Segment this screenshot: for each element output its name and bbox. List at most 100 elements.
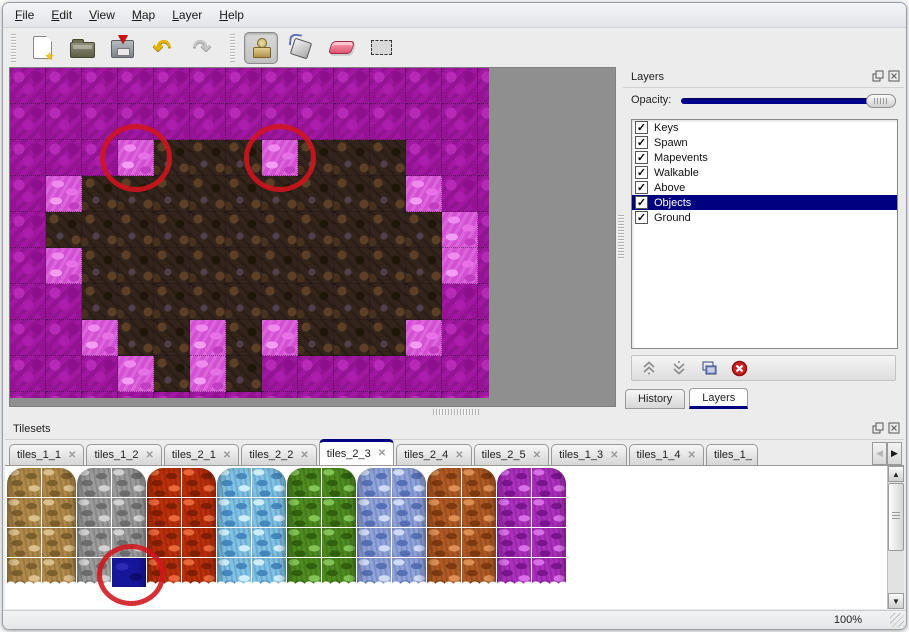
map-tile[interactable] [46,320,82,356]
map-tile[interactable] [154,212,190,248]
map-tile[interactable] [154,392,190,398]
tileset-tile-periwinkle-fur[interactable] [392,558,426,587]
tileset-tab-tiles_1_2[interactable]: tiles_1_2✕ [86,444,161,465]
tileset-tile-green-fur[interactable] [322,558,356,587]
map-tile[interactable] [190,248,226,284]
map-tile[interactable] [226,320,262,356]
tileset-tab-tiles_2_4[interactable]: tiles_2_4✕ [396,444,471,465]
map-tile[interactable] [190,176,226,212]
menu-view[interactable]: View [89,8,115,22]
map-tile[interactable] [298,212,334,248]
tileset-tile-gray-fur[interactable] [112,468,146,497]
tileset-tile-tan-fur[interactable] [42,498,76,527]
layer-row-walkable[interactable]: ✓Walkable [632,165,897,180]
map-tile[interactable] [10,104,46,140]
map-tile[interactable] [442,104,478,140]
map-tile[interactable] [46,140,82,176]
map-tile[interactable] [406,140,442,176]
map-tile[interactable] [118,104,154,140]
tileset-tile-magenta-fur[interactable] [532,468,566,497]
tileset-tile-sky-fur[interactable] [217,468,251,497]
map-tile[interactable] [334,356,370,392]
layer-row-objects[interactable]: ✓Objects [632,195,897,210]
map-tile[interactable] [190,392,226,398]
map-tile[interactable] [334,284,370,320]
tileset-tab-tiles_1_3[interactable]: tiles_1_3✕ [551,444,626,465]
scrollbar-down-button[interactable]: ▼ [888,593,904,609]
map-tile[interactable] [478,212,489,248]
map-tile[interactable] [118,284,154,320]
map-tile[interactable] [46,392,82,398]
layer-visibility-checkbox[interactable]: ✓ [635,166,648,179]
tileset-tile-rust-fur[interactable] [427,498,461,527]
map-tile[interactable] [298,248,334,284]
tileset-tile-periwinkle-fur[interactable] [357,468,391,497]
map-tile[interactable] [226,104,262,140]
close-tab-icon[interactable]: ✕ [533,450,541,461]
map-tile[interactable] [478,68,489,104]
tileset-tile-red-fur[interactable] [182,468,216,497]
save-button[interactable] [105,32,139,64]
close-tab-icon[interactable]: ✕ [300,450,308,461]
map-tile[interactable] [406,176,442,212]
map-tile[interactable] [226,392,262,398]
map-tile[interactable] [10,356,46,392]
tileset-tile-tan-fur[interactable] [7,468,41,497]
map-tile[interactable] [298,68,334,104]
tileset-tile-sky-fur[interactable] [252,468,286,497]
map-tile[interactable] [262,356,298,392]
map-tile[interactable] [370,140,406,176]
map-tile[interactable] [190,212,226,248]
tileset-tile-magenta-fur[interactable] [532,498,566,527]
tab-layers[interactable]: Layers [689,388,748,409]
tileset-tile-sky-fur[interactable] [217,558,251,587]
map-tile[interactable] [118,140,154,176]
tileset-scrollbar[interactable]: ▲ ▼ [887,466,904,609]
tileset-tile-gray-fur[interactable] [77,468,111,497]
menu-help[interactable]: Help [219,8,244,22]
map-tile[interactable] [442,356,478,392]
map-tile[interactable] [118,68,154,104]
tileset-tile-green-fur[interactable] [287,558,321,587]
map-tile[interactable] [478,248,489,284]
map-tile[interactable] [442,68,478,104]
tileset-tile-tan-fur[interactable] [7,558,41,587]
map-tile[interactable] [82,176,118,212]
map-tile[interactable] [298,104,334,140]
map-tile[interactable] [118,212,154,248]
map-tile[interactable] [442,284,478,320]
map-tile[interactable] [82,392,118,398]
opacity-slider[interactable] [681,94,896,108]
map-tile[interactable] [190,356,226,392]
tileset-tile-green-fur[interactable] [287,498,321,527]
map-tile[interactable] [442,320,478,356]
map-tile[interactable] [370,320,406,356]
map-tile[interactable] [190,104,226,140]
tileset-tile-tan-fur[interactable] [7,528,41,557]
map-tile[interactable] [262,212,298,248]
map-tile[interactable] [334,104,370,140]
tileset-tile-magenta-fur[interactable] [497,468,531,497]
map-tile[interactable] [262,104,298,140]
tileset-tile-sky-fur[interactable] [252,558,286,587]
close-panel-icon[interactable] [888,70,900,82]
map-tile[interactable] [226,176,262,212]
map-tile[interactable] [334,68,370,104]
tileset-tile-rust-fur[interactable] [427,528,461,557]
layer-visibility-checkbox[interactable]: ✓ [635,136,648,149]
map-tile[interactable] [334,320,370,356]
map-tile[interactable] [154,284,190,320]
layer-row-ground[interactable]: ✓Ground [632,210,897,225]
map-tile[interactable] [442,212,478,248]
map-tile[interactable] [154,176,190,212]
map-tile[interactable] [406,392,442,398]
map-tile[interactable] [370,248,406,284]
tileset-tile-gray-fur[interactable] [77,528,111,557]
map-tile[interactable] [118,176,154,212]
map-tile[interactable] [298,176,334,212]
map-tile[interactable] [478,320,489,356]
map-tile[interactable] [226,68,262,104]
map-tile[interactable] [154,68,190,104]
tileset-tile-periwinkle-fur[interactable] [357,528,391,557]
close-panel-icon[interactable] [888,422,900,434]
